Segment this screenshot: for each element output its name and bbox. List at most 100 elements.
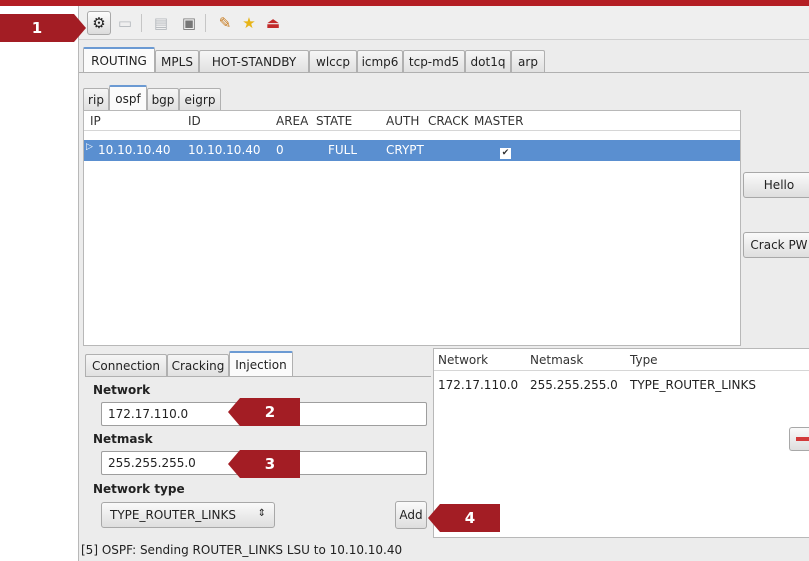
- master-checkbox[interactable]: ✔: [500, 144, 511, 159]
- tab-rip[interactable]: rip: [83, 88, 109, 110]
- tab-label: MPLS: [161, 54, 193, 69]
- tab-label: icmp6: [361, 54, 399, 69]
- routing-plugin-icon: ⚙: [92, 13, 106, 32]
- routing-plugin-button[interactable]: ⚙: [87, 11, 111, 35]
- tab-routing[interactable]: ROUTING: [83, 47, 155, 72]
- column-header-area[interactable]: AREA: [276, 114, 308, 128]
- cell-type: TYPE_ROUTER_LINKS: [630, 378, 756, 392]
- callout-2-label: 2: [264, 403, 276, 421]
- callout-1-label: 1: [31, 19, 43, 37]
- cell-id: 10.10.10.40: [188, 143, 261, 157]
- status-bar: [5] OSPF: Sending ROUTER_LINKS LSU to 10…: [81, 543, 403, 557]
- netmask-field-value: 255.255.255.0: [108, 456, 196, 470]
- callout-3-label: 3: [264, 455, 276, 473]
- tab-injection[interactable]: Injection: [229, 351, 293, 376]
- tab-label: Injection: [235, 357, 287, 372]
- config-tabbar-divider: [85, 376, 431, 377]
- hello-button[interactable]: Hello: [743, 172, 809, 198]
- tab-wlccp[interactable]: wlccp: [309, 50, 357, 72]
- chevron-updown-icon: ⇕: [257, 508, 266, 519]
- expander-icon[interactable]: ▷: [86, 142, 93, 152]
- tabbar-divider: [79, 72, 809, 73]
- column-header-network[interactable]: Network: [438, 353, 488, 367]
- edit-button[interactable]: ✎: [213, 11, 237, 35]
- tab-label: ospf: [115, 91, 141, 106]
- tab-label: Connection: [92, 358, 160, 373]
- network-type-label: Network type: [93, 482, 185, 496]
- exit-button[interactable]: ⏏: [261, 11, 285, 35]
- server-icon: ▤: [153, 13, 169, 32]
- tab-icmp6[interactable]: icmp6: [357, 50, 403, 72]
- tab-label: wlccp: [316, 54, 350, 69]
- tab-mpls[interactable]: MPLS: [155, 50, 199, 72]
- netmask-label: Netmask: [93, 432, 153, 446]
- toolbar-separator: [141, 14, 142, 32]
- tab-hot-standby[interactable]: HOT-STANDBY: [199, 50, 309, 72]
- network-type-select[interactable]: TYPE_ROUTER_LINKS ⇕: [101, 502, 275, 528]
- neighbors-table: IP ID AREA STATE AUTH CRACK MASTER ▷ 10.…: [83, 110, 741, 346]
- tab-label: arp: [518, 54, 538, 69]
- column-header-type[interactable]: Type: [630, 353, 658, 367]
- network-label: Network: [93, 383, 151, 397]
- window-icon: ▣: [181, 13, 197, 32]
- hosts-button[interactable]: ▤: [149, 11, 173, 35]
- tab-label: rip: [88, 92, 104, 107]
- application-window: ⚙ ▭ ▤ ▣ ✎ ★ ⏏ ROUTING MPLS HOT-STANDBY w…: [78, 6, 809, 561]
- callout-3: 3: [228, 450, 300, 478]
- toolbar: ⚙ ▭ ▤ ▣ ✎ ★ ⏏: [79, 6, 809, 40]
- callout-1: 1: [0, 14, 86, 42]
- star-icon: ★: [242, 13, 256, 32]
- tab-label: eigrp: [184, 92, 216, 107]
- folder-icon: ▭: [117, 13, 133, 32]
- tab-arp[interactable]: arp: [511, 50, 545, 72]
- edit-icon: ✎: [218, 13, 232, 32]
- tab-ospf[interactable]: ospf: [109, 85, 147, 110]
- tab-label: dot1q: [470, 54, 506, 69]
- cell-area: 0: [276, 143, 284, 157]
- toolbar-separator: [205, 14, 206, 32]
- tab-label: bgp: [151, 92, 175, 107]
- favorite-button[interactable]: ★: [237, 11, 261, 35]
- column-header-crack[interactable]: CRACK: [428, 114, 468, 128]
- tab-label: HOT-STANDBY: [211, 54, 297, 69]
- tab-label: tcp-md5: [408, 54, 460, 69]
- hello-button-label: Hello: [763, 178, 795, 192]
- remove-button[interactable]: [789, 427, 809, 451]
- crack-pw-button[interactable]: Crack PW: [743, 232, 809, 258]
- window-button[interactable]: ▣: [177, 11, 201, 35]
- cell-auth: CRYPT: [386, 143, 424, 157]
- cell-network: 172.17.110.0: [438, 378, 519, 392]
- column-header-state[interactable]: STATE: [316, 114, 352, 128]
- cell-ip: 10.10.10.40: [98, 143, 171, 157]
- callout-4-label: 4: [464, 509, 476, 527]
- tab-bgp[interactable]: bgp: [147, 88, 179, 110]
- exit-icon: ⏏: [265, 13, 281, 32]
- column-header-auth[interactable]: AUTH: [386, 114, 419, 128]
- column-header-master[interactable]: MASTER: [474, 114, 523, 128]
- add-button-label: Add: [399, 508, 423, 522]
- table-row[interactable]: 172.17.110.0 255.255.255.0 TYPE_ROUTER_L…: [434, 375, 809, 395]
- tab-dot1q[interactable]: dot1q: [465, 50, 511, 72]
- column-header-netmask[interactable]: Netmask: [530, 353, 583, 367]
- network-type-value: TYPE_ROUTER_LINKS: [110, 508, 236, 522]
- callout-2: 2: [228, 398, 300, 426]
- table-row[interactable]: ▷ 10.10.10.40 10.10.10.40 0 FULL CRYPT ✔: [84, 140, 740, 161]
- minus-icon: [796, 437, 809, 441]
- tab-label: ROUTING: [91, 53, 147, 68]
- crack-pw-button-label: Crack PW: [750, 238, 808, 252]
- tab-tcp-md5[interactable]: tcp-md5: [403, 50, 465, 72]
- routes-header: Network Netmask Type: [434, 349, 809, 371]
- open-button[interactable]: ▭: [113, 11, 137, 35]
- tab-cracking[interactable]: Cracking: [167, 354, 229, 376]
- cell-netmask: 255.255.255.0: [530, 378, 618, 392]
- network-field-value: 172.17.110.0: [108, 407, 189, 421]
- column-header-id[interactable]: ID: [188, 114, 201, 128]
- tab-eigrp[interactable]: eigrp: [179, 88, 221, 110]
- tab-connection[interactable]: Connection: [85, 354, 167, 376]
- tab-label: Cracking: [171, 358, 225, 373]
- add-button[interactable]: Add: [395, 501, 427, 529]
- column-header-ip[interactable]: IP: [90, 114, 101, 128]
- checkmark-icon: ✔: [500, 148, 511, 159]
- cell-state: FULL: [328, 143, 358, 157]
- callout-4: 4: [428, 504, 500, 532]
